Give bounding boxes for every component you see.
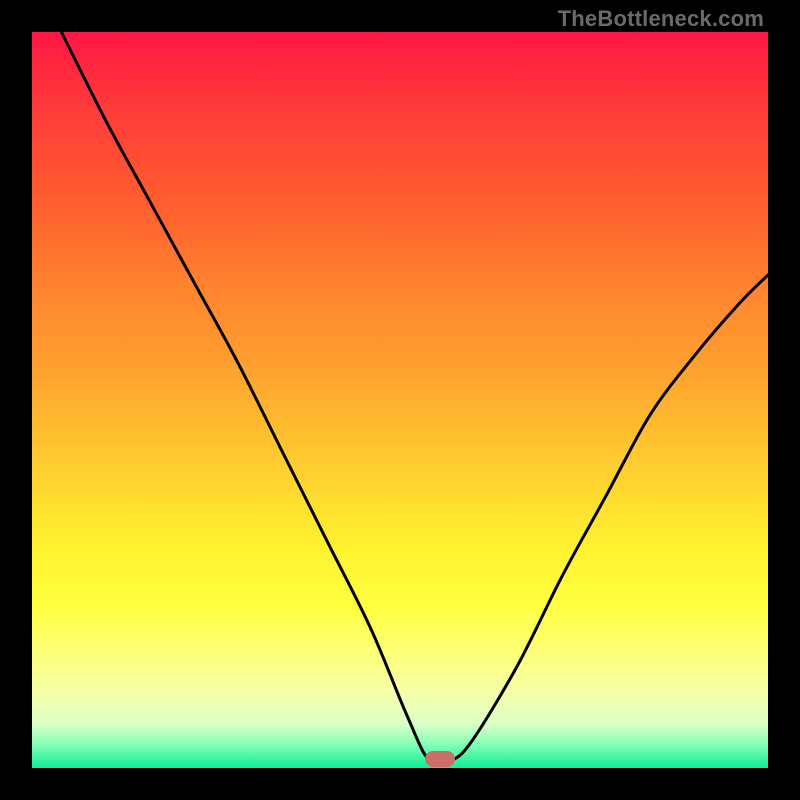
minimum-marker — [425, 751, 455, 767]
attribution-text: TheBottleneck.com — [558, 6, 764, 32]
chart-plot-area — [32, 32, 768, 768]
bottleneck-curve — [32, 32, 768, 768]
